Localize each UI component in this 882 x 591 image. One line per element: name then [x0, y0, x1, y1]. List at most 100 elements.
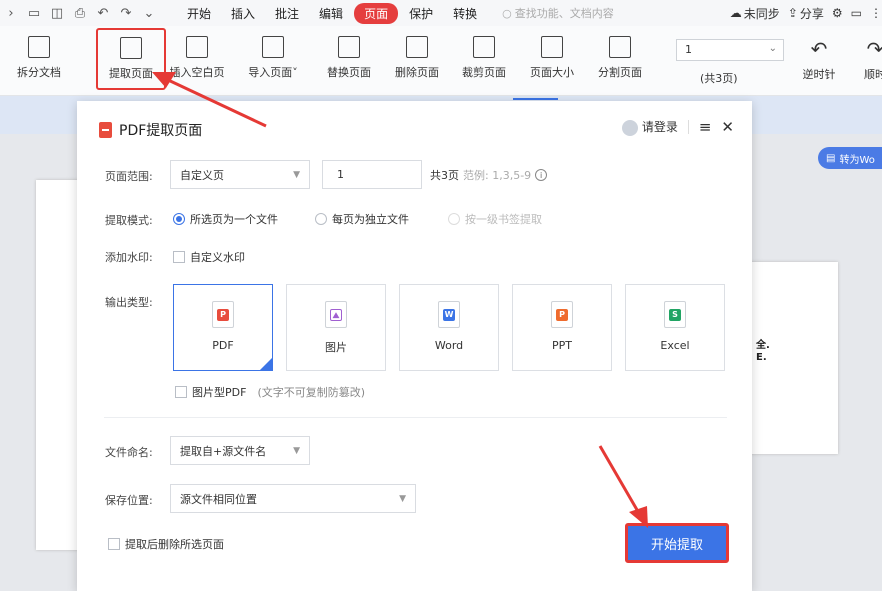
share-icon: ⇪	[787, 6, 798, 20]
close-icon[interactable]: ✕	[721, 118, 734, 136]
replace-page-button[interactable]: 替换页面	[314, 34, 384, 90]
import-page-button[interactable]: 导入页面˅	[238, 34, 308, 90]
main-menu: 开始 插入 批注 编辑 页面 保护 转换	[178, 2, 488, 25]
save-icon[interactable]: ◫	[50, 6, 64, 21]
page-size-label: 页面大小	[530, 66, 574, 79]
rotate-cw-button[interactable]: ↷ 顺时	[840, 34, 882, 90]
split-doc-icon	[28, 36, 50, 58]
blank-page-icon	[186, 36, 208, 58]
save-location-select[interactable]: 源文件相同位置 ▼	[170, 484, 416, 513]
excel-file-icon: S	[664, 301, 686, 328]
mode-per-page-radio[interactable]: 每页为独立文件	[315, 211, 409, 227]
dialog-title: PDF提取页面	[99, 120, 202, 140]
rotate-cw-icon: ↷	[866, 37, 882, 61]
total-pages: 共3页	[430, 169, 459, 182]
watermark-label: 添加水印:	[105, 251, 153, 264]
split-page-button[interactable]: 分割页面	[585, 34, 655, 90]
chevron-down-icon: ⌄	[768, 43, 777, 54]
quick-access-toolbar: › ▭ ◫ ⎙ ↶ ↷ ⌄	[0, 6, 156, 21]
page-size-icon	[541, 36, 563, 58]
checkbox-box	[173, 251, 185, 263]
menu-icon[interactable]: ≡	[699, 118, 712, 136]
more-icon[interactable]: ⌄	[142, 6, 156, 21]
delete-page-button[interactable]: 删除页面	[382, 34, 452, 90]
mode-single-file-radio[interactable]: 所选页为一个文件	[173, 211, 278, 227]
file-naming-label: 文件命名:	[105, 446, 153, 459]
start-extract-button[interactable]: 开始提取	[625, 523, 729, 563]
radio-dot	[448, 213, 460, 225]
ppt-file-icon: P	[551, 301, 573, 328]
image-pdf-note: (文字不可复制防篡改)	[257, 386, 366, 399]
delete-after-checkbox[interactable]: 提取后删除所选页面	[108, 536, 224, 552]
output-type-image-label: 图片	[325, 341, 347, 354]
menu-edit[interactable]: 编辑	[310, 2, 352, 25]
share-label: 分享	[799, 6, 824, 21]
kebab-icon[interactable]: ⋮	[870, 6, 882, 20]
menu-start[interactable]: 开始	[178, 2, 220, 25]
file-naming-select[interactable]: 提取自+源文件名 ▼	[170, 436, 310, 465]
settings-icon[interactable]: ⚙	[832, 6, 843, 20]
watermark-checkbox[interactable]: 自定义水印	[173, 249, 245, 265]
chevron-icon[interactable]: ›	[4, 6, 18, 21]
print-icon[interactable]: ⎙	[73, 6, 87, 21]
share-button[interactable]: ⇪ 分享	[788, 5, 824, 22]
chevron-down-icon: ▼	[399, 493, 406, 504]
redo-icon[interactable]: ↷	[119, 6, 133, 21]
menu-protect[interactable]: 保护	[400, 2, 442, 25]
page-size-button[interactable]: 页面大小	[517, 34, 587, 90]
extract-page-button[interactable]: 提取页面	[96, 28, 166, 90]
search-placeholder: 查找功能、文档内容	[514, 7, 614, 20]
output-type-word[interactable]: W Word	[399, 284, 499, 371]
pdf-icon	[99, 122, 112, 138]
message-icon[interactable]: ▭	[851, 6, 862, 20]
search-box[interactable]: ○ 查找功能、文档内容	[502, 5, 614, 21]
split-doc-button[interactable]: 拆分文档	[4, 34, 74, 90]
crop-page-button[interactable]: 裁剪页面	[449, 34, 519, 90]
dialog-title-text: PDF提取页面	[119, 123, 203, 139]
image-pdf-label: 图片型PDF	[192, 386, 247, 399]
output-type-word-label: Word	[434, 339, 464, 352]
doc-text-line: E.	[756, 352, 767, 363]
open-icon[interactable]: ▭	[27, 6, 41, 21]
page-number-input[interactable]: 1	[322, 160, 422, 189]
import-page-label: 导入页面˅	[238, 64, 308, 80]
pdf-file-icon: P	[212, 301, 234, 328]
convert-to-word-button[interactable]: ▤ 转为Wo	[818, 147, 882, 169]
active-tab-indicator	[513, 98, 558, 100]
page-number-select[interactable]: 1 ⌄	[676, 39, 784, 61]
delete-page-label: 删除页面	[395, 66, 439, 79]
split-doc-label: 拆分文档	[17, 66, 61, 79]
output-type-excel[interactable]: S Excel	[625, 284, 725, 371]
chevron-down-icon: ▼	[293, 169, 300, 180]
mode-bookmark-radio[interactable]: 按一级书签提取	[448, 211, 542, 227]
sync-button[interactable]: ☁ 未同步	[730, 5, 780, 22]
output-type-pdf[interactable]: P PDF	[173, 284, 273, 371]
page-count: (共3页)	[700, 72, 738, 85]
output-type-ppt[interactable]: P PPT	[512, 284, 612, 371]
mode-label: 提取模式:	[105, 214, 153, 227]
menu-comment[interactable]: 批注	[266, 2, 308, 25]
ribbon-toolbar: 拆分文档 提取页面 插入空白页 导入页面˅ 替换页面 删除页面 裁剪页面 页面大…	[0, 26, 882, 96]
insert-blank-button[interactable]: 插入空白页	[162, 34, 232, 90]
document-text: 全. E.	[756, 340, 770, 364]
menu-insert[interactable]: 插入	[222, 2, 264, 25]
undo-icon[interactable]: ↶	[96, 6, 110, 21]
radio-dot	[315, 213, 327, 225]
image-pdf-checkbox[interactable]: 图片型PDF (文字不可复制防篡改)	[175, 384, 365, 400]
menu-page[interactable]: 页面	[354, 2, 399, 24]
menu-convert[interactable]: 转换	[444, 2, 486, 25]
output-type-image[interactable]: ⛰ 图片	[286, 284, 386, 371]
replace-page-icon	[338, 36, 360, 58]
page-range-select[interactable]: 自定义页 ▼	[170, 160, 310, 189]
crop-page-icon	[473, 36, 495, 58]
file-naming-value: 提取自+源文件名	[180, 444, 267, 458]
split-page-icon	[609, 36, 631, 58]
login-button[interactable]: 请登录	[622, 118, 678, 136]
info-icon[interactable]: i	[535, 169, 548, 181]
crop-page-label: 裁剪页面	[462, 66, 506, 79]
checkbox-box	[175, 386, 187, 398]
divider	[687, 120, 689, 134]
menu-bar: › ▭ ◫ ⎙ ↶ ↷ ⌄ 开始 插入 批注 编辑 页面 保护 转换 ○ 查找功…	[0, 0, 882, 26]
extract-page-icon	[120, 37, 142, 59]
doc-text-line: 全.	[756, 340, 770, 351]
